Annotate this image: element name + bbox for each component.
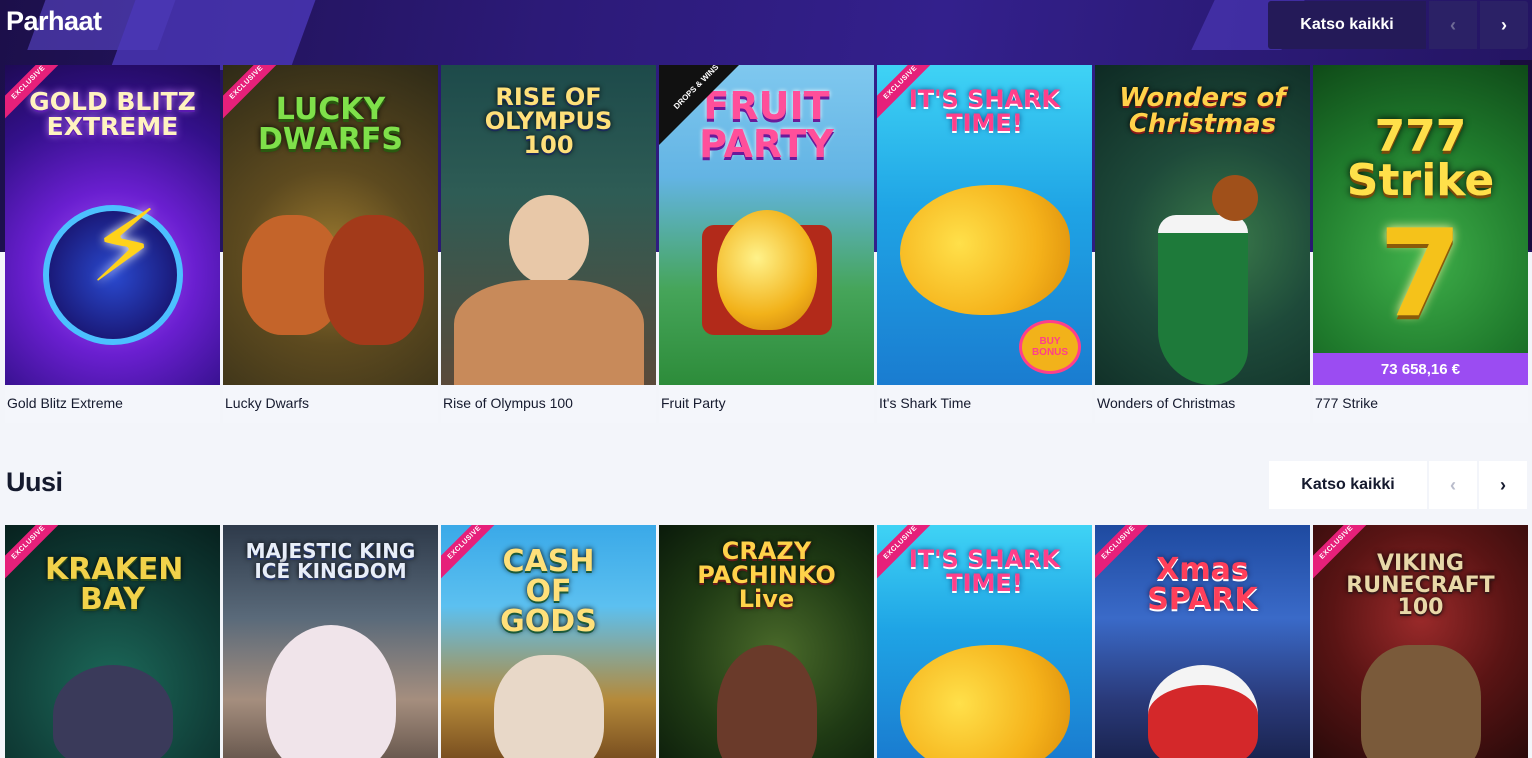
game-art-title: 777 Strike [1346, 111, 1495, 206]
game-tile[interactable]: VIKING RUNECRAFT 100 EXCLUSIVE [1313, 525, 1528, 758]
teddy-bear-icon [1211, 175, 1258, 221]
jackpot-amount: 73 658,16 € [1313, 353, 1528, 385]
game-thumbnail[interactable]: IT'S SHARK TIME! BUY BONUS EXCLUSIVE [877, 65, 1092, 385]
buy-bonus-badge: BUY BONUS [1019, 320, 1081, 374]
game-art-title: VIKING RUNECRAFT 100 [1346, 551, 1495, 620]
game-art-title: MAJESTIC KING ICE KINGDOM [245, 539, 416, 583]
game-tile[interactable]: CRAZY PACHINKO Live [659, 525, 874, 758]
chevron-left-icon[interactable]: ‹ [1429, 1, 1477, 49]
decor-shape [109, 0, 331, 70]
game-art-title: KRAKEN BAY [45, 552, 184, 617]
see-all-button[interactable]: Katso kaikki [1269, 461, 1427, 509]
game-thumbnail[interactable]: CASH OF GODS EXCLUSIVE [441, 525, 656, 758]
seven-symbol: 7 [1378, 205, 1463, 344]
game-thumbnail[interactable]: GOLD BLITZ EXTREME ⚡ EXCLUSIVE [5, 65, 220, 385]
game-tile[interactable]: GOLD BLITZ EXTREME ⚡ EXCLUSIVE Gold Blit… [5, 65, 220, 423]
game-tile[interactable]: LUCKY DWARFS EXCLUSIVE Lucky Dwarfs [223, 65, 438, 423]
game-thumbnail[interactable]: Xmas SPARK EXCLUSIVE [1095, 525, 1310, 758]
game-tile[interactable]: IT'S SHARK TIME! EXCLUSIVE [877, 525, 1092, 758]
game-tile[interactable]: Xmas SPARK EXCLUSIVE [1095, 525, 1310, 758]
white-lion-figure [265, 625, 396, 758]
game-title[interactable]: It's Shark Time [877, 385, 1092, 423]
carousel-controls-new: Katso kaikki ‹ › [1269, 461, 1527, 509]
game-tile[interactable]: RISE OF OLYMPUS 100 Rise of Olympus 100 [441, 65, 656, 423]
shark-figure [899, 185, 1070, 315]
game-tile[interactable]: FRUIT PARTY DROPS & WINS Fruit Party [659, 65, 874, 423]
game-title[interactable]: Wonders of Christmas [1095, 385, 1310, 423]
game-art-title: CASH OF GODS [500, 544, 597, 639]
game-title[interactable]: Lucky Dwarfs [223, 385, 438, 423]
game-art-title: RISE OF OLYMPUS 100 [484, 83, 613, 159]
game-art-title: Xmas SPARK [1147, 552, 1258, 617]
section-title-new: Uusi [6, 467, 63, 497]
game-thumbnail[interactable]: Wonders of Christmas [1095, 65, 1310, 385]
game-thumbnail[interactable]: LUCKY DWARFS EXCLUSIVE [223, 65, 438, 385]
game-title[interactable]: Rise of Olympus 100 [441, 385, 656, 423]
game-tile[interactable]: MAJESTIC KING ICE KINGDOM [223, 525, 438, 758]
shark-figure [899, 645, 1070, 758]
kraken-figure [52, 665, 173, 758]
chevron-right-icon[interactable]: › [1480, 1, 1528, 49]
viking-figure [1360, 645, 1481, 758]
game-art-title: IT'S SHARK TIME! [908, 545, 1061, 597]
game-art-title: GOLD BLITZ EXTREME [29, 87, 196, 141]
game-thumbnail[interactable]: 777 Strike 7 73 658,16 € [1313, 65, 1528, 385]
game-thumbnail[interactable]: MAJESTIC KING ICE KINGDOM [223, 525, 438, 758]
game-title[interactable]: 777 Strike [1313, 385, 1528, 423]
game-thumbnail[interactable]: FRUIT PARTY DROPS & WINS [659, 65, 874, 385]
game-thumbnail[interactable]: VIKING RUNECRAFT 100 EXCLUSIVE [1313, 525, 1528, 758]
game-thumbnail[interactable]: KRAKEN BAY EXCLUSIVE [5, 525, 220, 758]
game-thumbnail[interactable]: RISE OF OLYMPUS 100 [441, 65, 656, 385]
golden-fruit-icon [716, 210, 817, 330]
game-title[interactable]: Gold Blitz Extreme [5, 385, 220, 423]
dwarf-figure [323, 215, 424, 345]
live-host-figure [716, 645, 817, 758]
see-all-button[interactable]: Katso kaikki [1268, 1, 1426, 49]
game-tile[interactable]: IT'S SHARK TIME! BUY BONUS EXCLUSIVE It'… [877, 65, 1092, 423]
game-thumbnail[interactable]: IT'S SHARK TIME! EXCLUSIVE [877, 525, 1092, 758]
game-title[interactable]: Fruit Party [659, 385, 874, 423]
game-tile[interactable]: 777 Strike 7 73 658,16 € 777 Strike [1313, 65, 1528, 423]
god-figure [493, 655, 604, 758]
game-tile[interactable]: KRAKEN BAY EXCLUSIVE [5, 525, 220, 758]
christmas-stocking [1157, 215, 1248, 385]
lightning-icon: ⚡ [89, 191, 160, 303]
game-art-title: Wonders of Christmas [1119, 83, 1286, 139]
section-title-top: Parhaat [6, 6, 102, 36]
carousel-controls-top: Katso kaikki ‹ › [1268, 1, 1528, 49]
game-tile[interactable]: CASH OF GODS EXCLUSIVE [441, 525, 656, 758]
chevron-left-icon[interactable]: ‹ [1429, 461, 1477, 509]
game-carousel-new: KRAKEN BAY EXCLUSIVE MAJESTIC KING ICE K… [5, 525, 1528, 758]
game-art-title: IT'S SHARK TIME! [908, 85, 1061, 137]
chevron-right-icon[interactable]: › [1479, 461, 1527, 509]
santa-figure [1147, 665, 1258, 758]
game-art-title: CRAZY PACHINKO Live [697, 537, 836, 613]
game-thumbnail[interactable]: CRAZY PACHINKO Live [659, 525, 874, 758]
zeus-head [508, 195, 589, 285]
game-tile[interactable]: Wonders of Christmas Wonders of Christma… [1095, 65, 1310, 423]
zeus-body [453, 280, 644, 385]
game-art-title: LUCKY DWARFS [257, 92, 404, 157]
game-carousel-top: GOLD BLITZ EXTREME ⚡ EXCLUSIVE Gold Blit… [5, 65, 1528, 423]
